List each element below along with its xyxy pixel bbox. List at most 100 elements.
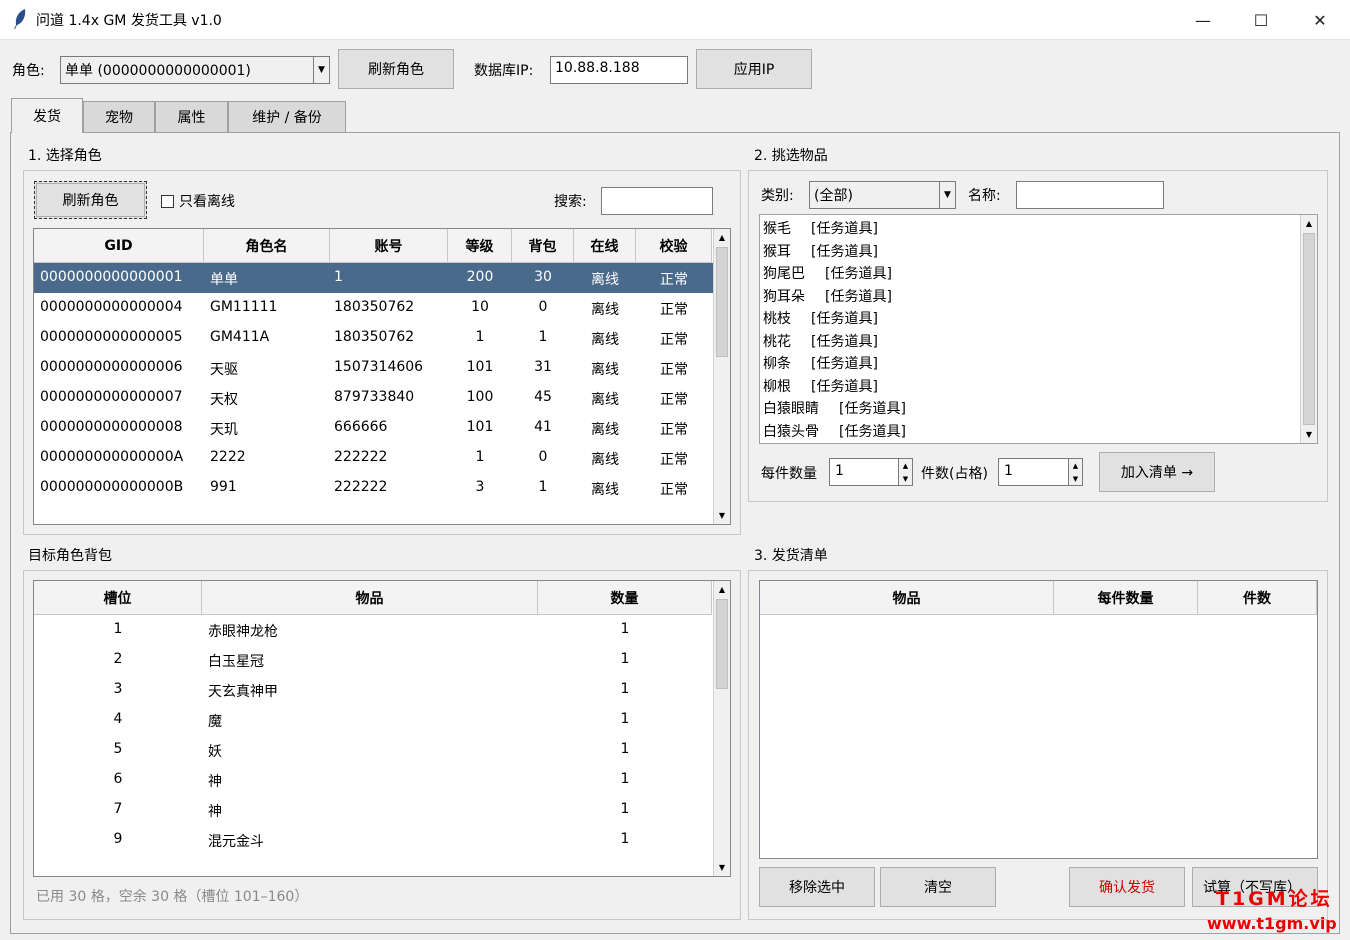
db-ip-label: 数据库IP: bbox=[474, 63, 534, 79]
item-list: 猴毛 [任务道具] 猴耳 [任务道具] 狗尾巴 [任务道具] 狗耳朵 [任务道具] 桃枝 [任务道… bbox=[759, 214, 1318, 444]
col-role-name[interactable]: 角色名 bbox=[204, 229, 330, 263]
col-gid[interactable]: GID bbox=[34, 229, 204, 263]
spin-up-icon[interactable]: ▲ bbox=[1068, 459, 1082, 472]
item-list-scrollbar[interactable]: ▲ ▼ bbox=[1300, 215, 1317, 443]
maximize-button[interactable]: ☐ bbox=[1232, 0, 1290, 40]
col-check[interactable]: 校验 bbox=[636, 229, 712, 263]
scroll-down-icon[interactable]: ▼ bbox=[714, 859, 730, 876]
table-row[interactable]: 9 混元金斗 1 bbox=[34, 825, 713, 855]
role-select[interactable]: 单单 (0000000000000001) ▼ bbox=[60, 56, 330, 84]
table-row[interactable]: 4 魔 1 bbox=[34, 705, 713, 735]
scroll-down-icon[interactable]: ▼ bbox=[1301, 426, 1317, 443]
col-ship-qty[interactable]: 每件数量 bbox=[1054, 581, 1198, 615]
col-bag[interactable]: 背包 bbox=[512, 229, 574, 263]
minimize-button[interactable]: — bbox=[1174, 0, 1232, 40]
spin-down-icon[interactable]: ▼ bbox=[898, 472, 912, 485]
table-row[interactable]: 0000000000000001 单单 1 200 30 离线 正常 bbox=[34, 263, 713, 293]
table-cell: 离线 bbox=[591, 392, 619, 408]
table-cell: 天权 bbox=[210, 392, 238, 408]
scroll-thumb[interactable] bbox=[716, 599, 728, 689]
scroll-down-icon[interactable]: ▼ bbox=[714, 507, 730, 524]
table-cell: 879733840 bbox=[334, 389, 415, 405]
list-item[interactable]: 狗耳朵 [任务道具] bbox=[763, 286, 892, 306]
list-item[interactable]: 桃枝 [任务道具] bbox=[763, 308, 878, 328]
list-item[interactable]: 猴毛 [任务道具] bbox=[763, 218, 878, 238]
table-row[interactable]: 6 神 1 bbox=[34, 765, 713, 795]
table-row[interactable]: 7 神 1 bbox=[34, 795, 713, 825]
table-cell: 妖 bbox=[208, 744, 222, 760]
spin-down-icon[interactable]: ▼ bbox=[1068, 472, 1082, 485]
add-to-list-button[interactable]: 加入清单 → bbox=[1099, 452, 1215, 492]
remove-selected-button[interactable]: 移除选中 bbox=[759, 867, 875, 907]
window-title: 问道 1.4x GM 发货工具 v1.0 bbox=[36, 13, 222, 29]
list-item[interactable]: 白猿头骨 [任务道具] bbox=[763, 421, 906, 441]
table-row[interactable]: 0000000000000004 GM11111 180350762 10 0 离线 正常 bbox=[34, 293, 713, 323]
category-label: 类别: bbox=[761, 188, 794, 204]
list-item[interactable]: 猴耳 [任务道具] bbox=[763, 241, 878, 261]
confirm-delivery-button[interactable]: 确认发货 bbox=[1069, 867, 1185, 907]
watermark-logo: T1GM论坛 bbox=[1216, 888, 1333, 910]
scroll-thumb[interactable] bbox=[1303, 233, 1315, 425]
tab-delivery[interactable]: 发货 bbox=[11, 98, 83, 133]
apply-ip-button[interactable]: 应用IP bbox=[696, 49, 812, 89]
spin-up-icon[interactable]: ▲ bbox=[898, 459, 912, 472]
item-count-spinbox[interactable]: 1 ▲ ▼ bbox=[998, 458, 1083, 486]
table-cell: 0000000000000008 bbox=[40, 419, 183, 435]
db-ip-input[interactable]: 10.88.8.188 bbox=[550, 56, 688, 84]
list-item[interactable]: 白猿眼睛 [任务道具] bbox=[763, 398, 906, 418]
scroll-thumb[interactable] bbox=[716, 247, 728, 357]
search-input[interactable] bbox=[601, 187, 713, 215]
close-button[interactable]: ✕ bbox=[1291, 0, 1349, 40]
offline-only-label: 只看离线 bbox=[179, 194, 235, 210]
col-online[interactable]: 在线 bbox=[574, 229, 636, 263]
item-name-input[interactable] bbox=[1016, 181, 1164, 209]
refresh-role-button[interactable]: 刷新角色 bbox=[338, 49, 454, 89]
chevron-down-icon[interactable]: ▼ bbox=[939, 182, 955, 208]
table-cell: 单单 bbox=[210, 272, 238, 288]
table-row[interactable]: 0000000000000007 天权 879733840 100 45 离线 正常 bbox=[34, 383, 713, 413]
table-row[interactable]: 5 妖 1 bbox=[34, 735, 713, 765]
table-row[interactable]: 3 天玄真神甲 1 bbox=[34, 675, 713, 705]
tab-attributes[interactable]: 属性 bbox=[155, 101, 228, 132]
list-item[interactable]: 狗尾巴 [任务道具] bbox=[763, 263, 892, 283]
list-item[interactable]: 柳根 [任务道具] bbox=[763, 376, 878, 396]
qty-per-item-spinbox[interactable]: 1 ▲ ▼ bbox=[829, 458, 913, 486]
table-row[interactable]: 0000000000000005 GM411A 180350762 1 1 离线 正常 bbox=[34, 323, 713, 353]
clear-button[interactable]: 清空 bbox=[880, 867, 996, 907]
table-cell: 5 bbox=[113, 741, 123, 757]
refresh-role-list-button[interactable]: 刷新角色 bbox=[34, 181, 147, 219]
table-row[interactable]: 000000000000000B 991 222222 3 1 离线 正常 bbox=[34, 473, 713, 503]
table-cell: 0000000000000001 bbox=[40, 269, 183, 285]
scroll-up-icon[interactable]: ▲ bbox=[714, 581, 730, 598]
table-cell: 1 bbox=[334, 269, 343, 285]
chevron-down-icon[interactable]: ▼ bbox=[313, 57, 329, 83]
col-ship-count[interactable]: 件数 bbox=[1198, 581, 1317, 615]
offline-only-checkbox[interactable] bbox=[161, 195, 174, 208]
item-category: [任务道具] bbox=[811, 311, 878, 327]
tab-pet[interactable]: 宠物 bbox=[83, 101, 155, 132]
col-slot[interactable]: 槽位 bbox=[34, 581, 202, 615]
col-quantity[interactable]: 数量 bbox=[538, 581, 712, 615]
table-row[interactable]: 0000000000000006 天驱 1507314606 101 31 离线 正常 bbox=[34, 353, 713, 383]
item-category: [任务道具] bbox=[839, 423, 906, 440]
list-item[interactable]: 桃花 [任务道具] bbox=[763, 331, 878, 351]
table-row[interactable]: 2 白玉星冠 1 bbox=[34, 645, 713, 675]
qty-per-item-value: 1 bbox=[835, 463, 844, 479]
scroll-up-icon[interactable]: ▲ bbox=[1301, 215, 1317, 232]
tab-maintenance[interactable]: 维护 / 备份 bbox=[228, 101, 346, 132]
col-ship-item[interactable]: 物品 bbox=[760, 581, 1054, 615]
col-item[interactable]: 物品 bbox=[202, 581, 538, 615]
scroll-up-icon[interactable]: ▲ bbox=[714, 229, 730, 246]
table-cell: 离线 bbox=[591, 452, 619, 468]
table-row[interactable]: 1 赤眼神龙枪 1 bbox=[34, 615, 713, 645]
bag-table-scrollbar[interactable]: ▲ ▼ bbox=[713, 581, 730, 876]
table-row[interactable]: 000000000000000A 2222 222222 1 0 离线 正常 bbox=[34, 443, 713, 473]
list-item[interactable]: 柳条 [任务道具] bbox=[763, 353, 878, 373]
item-name: 柳条 bbox=[763, 356, 791, 372]
table-row[interactable]: 0000000000000008 天玑 666666 101 41 离线 正常 bbox=[34, 413, 713, 443]
table-cell: 混元金斗 bbox=[208, 834, 264, 850]
col-account[interactable]: 账号 bbox=[330, 229, 448, 263]
category-select[interactable]: (全部) ▼ bbox=[809, 181, 956, 209]
role-table-scrollbar[interactable]: ▲ ▼ bbox=[713, 229, 730, 524]
col-level[interactable]: 等级 bbox=[448, 229, 512, 263]
